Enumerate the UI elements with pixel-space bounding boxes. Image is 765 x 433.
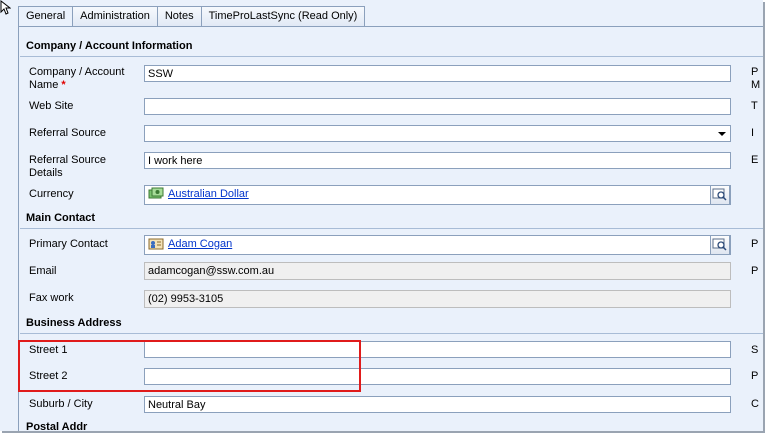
section-contact-heading: Main Contact: [26, 212, 96, 224]
company-name-input[interactable]: SSW: [144, 65, 731, 82]
right-column-label: P: [751, 238, 759, 250]
chevron-down-icon[interactable]: [718, 132, 726, 136]
highlight-annotation-box: [18, 340, 361, 392]
contact-card-icon: [148, 238, 164, 250]
primary-contact-link[interactable]: Adam Cogan: [168, 238, 232, 250]
tab-timeprolastsync[interactable]: TimeProLastSync (Read Only): [200, 6, 366, 26]
company-name-label: Company / Account Name *: [29, 66, 125, 91]
email-field: adamcogan@ssw.com.au: [144, 262, 731, 280]
suburb-city-input[interactable]: Neutral Bay: [144, 396, 731, 413]
section-divider: [20, 333, 763, 334]
currency-icon: [148, 187, 164, 199]
primary-contact-lookup[interactable]: Adam Cogan: [144, 235, 731, 255]
referral-source-select[interactable]: [144, 125, 731, 142]
currency-link[interactable]: Australian Dollar: [168, 188, 249, 200]
magnifier-icon: [712, 238, 727, 251]
section-address-heading: Business Address: [26, 317, 122, 329]
magnifier-icon: [712, 188, 727, 201]
right-column-label: M: [751, 79, 761, 91]
referral-details-label: Referral Source Details: [29, 154, 107, 179]
right-column-label: P: [751, 66, 759, 78]
right-column-label: C: [751, 398, 759, 410]
referral-details-input[interactable]: I work here: [144, 152, 731, 169]
crm-form-window: General Administration Notes TimeProLast…: [0, 0, 763, 431]
section-postal-heading: Postal Addr: [26, 421, 88, 431]
right-column-label: E: [751, 154, 759, 166]
right-column-label: S: [751, 344, 759, 356]
currency-lookup[interactable]: Australian Dollar: [144, 185, 731, 205]
primary-contact-label: Primary Contact: [29, 238, 108, 250]
right-column-label: I: [751, 127, 755, 139]
mouse-cursor-icon: [0, 0, 11, 15]
right-column-label: T: [751, 100, 758, 112]
lookup-button[interactable]: [710, 236, 730, 254]
email-label: Email: [29, 265, 57, 277]
referral-source-label: Referral Source: [29, 127, 107, 139]
required-asterisk: *: [61, 79, 66, 91]
right-column-label: P: [751, 370, 759, 382]
suburb-city-label: Suburb / City: [29, 398, 93, 410]
lookup-button[interactable]: [710, 186, 730, 204]
section-divider: [20, 228, 763, 229]
web-site-label: Web Site: [29, 100, 74, 112]
fax-work-field: (02) 9953-3105: [144, 290, 731, 308]
section-company-heading: Company / Account Information: [26, 40, 193, 52]
tab-general[interactable]: General: [18, 6, 74, 27]
right-column-label: P: [751, 265, 759, 277]
fax-work-label: Fax work: [29, 292, 74, 304]
section-divider: [20, 56, 763, 57]
tab-notes[interactable]: Notes: [156, 6, 202, 26]
tab-administration[interactable]: Administration: [72, 6, 158, 26]
currency-label: Currency: [29, 188, 74, 200]
tab-strip: General Administration Notes TimeProLast…: [18, 6, 366, 27]
web-site-input[interactable]: [144, 98, 731, 115]
